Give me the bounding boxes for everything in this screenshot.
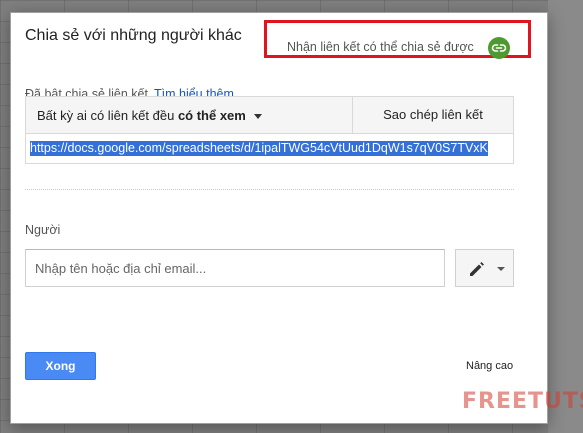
link-access-prefix: Bất kỳ ai có liên kết đều [37,108,175,123]
permission-dropdown-button[interactable] [455,249,514,287]
watermark-logo: FREETUTS [462,389,583,414]
background-side-panel [548,0,583,433]
chevron-down-icon [497,267,505,271]
share-url-text[interactable]: https://docs.google.com/spreadsheets/d/1… [30,141,488,156]
people-label: Người [25,223,61,237]
share-url-field[interactable]: https://docs.google.com/spreadsheets/d/1… [25,134,514,164]
link-access-dropdown[interactable]: Bất kỳ ai có liên kết đều có thể xem [25,96,353,134]
link-access-label: Bất kỳ ai có liên kết đều có thể xem [37,108,262,123]
dialog-title: Chia sẻ với những người khác [25,27,242,44]
pencil-icon [470,262,484,276]
email-input[interactable] [25,249,445,287]
copy-link-button[interactable]: Sao chép liên kết [352,96,514,134]
divider [25,189,514,190]
advanced-link[interactable]: Nâng cao [466,360,513,372]
chevron-down-icon [253,114,262,120]
link-access-level: có thể xem [177,108,246,123]
link-icon[interactable] [488,37,510,59]
done-button[interactable]: Xong [25,352,96,380]
get-shareable-link-label[interactable]: Nhận liên kết có thể chia sẻ được [287,40,474,54]
